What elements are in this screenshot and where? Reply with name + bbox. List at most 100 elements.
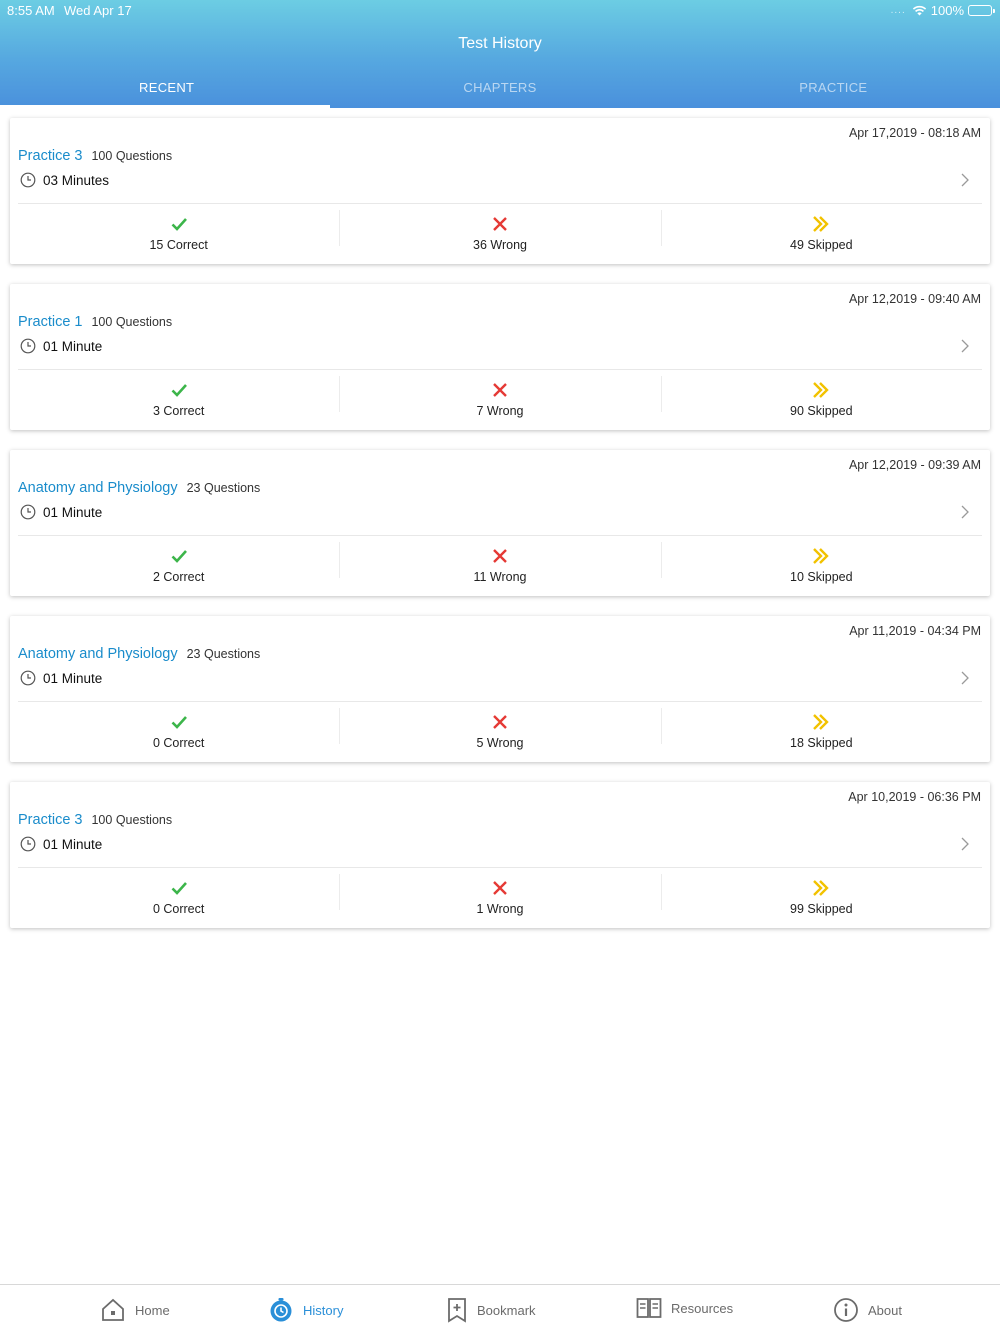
skipped-count: 90 Skipped [790,404,853,418]
nav-resources[interactable]: Resources [636,1297,733,1319]
bottom-nav: Home History Bookmark Resources About [0,1284,1000,1334]
tab-practice[interactable]: PRACTICE [667,70,1000,108]
card-title-row: Anatomy and Physiology 23 Questions [18,480,260,496]
book-icon [636,1298,662,1318]
double-chevron-right-icon [813,382,830,398]
stat-correct: 2 Correct [18,542,339,592]
status-right: .... 100% [890,3,995,18]
home-icon [102,1298,124,1321]
tab-chapters[interactable]: CHAPTERS [333,70,666,108]
history-card[interactable]: Apr 11,2019 - 04:34 PM Anatomy and Physi… [10,616,990,762]
battery-icon [968,5,995,16]
clock-icon [20,338,36,354]
cross-icon [493,881,507,895]
wrong-count: 1 Wrong [476,902,524,916]
nav-history-label: History [303,1302,344,1318]
stopwatch-icon [270,1298,292,1322]
history-card[interactable]: Apr 17,2019 - 08:18 AM Practice 3 100 Qu… [10,118,990,264]
card-duration: 03 Minutes [43,172,110,188]
history-card[interactable]: Apr 10,2019 - 06:36 PM Practice 3 100 Qu… [10,782,990,928]
cross-icon [493,217,507,231]
card-stats: 2 Correct 11 Wrong 10 Skipped [18,542,982,592]
card-divider [18,203,982,204]
stat-skipped: 18 Skipped [660,708,982,758]
wrong-count: 5 Wrong [476,736,524,750]
chevron-right-icon[interactable] [959,504,971,520]
checkmark-icon [171,384,187,397]
history-list: Apr 17,2019 - 08:18 AM Practice 3 100 Qu… [10,118,990,948]
checkmark-icon [171,882,187,895]
clock-icon [20,504,36,520]
card-title: Anatomy and Physiology [18,480,178,496]
card-divider [18,535,982,536]
wifi-icon [912,5,926,16]
card-divider [18,369,982,370]
card-duration: 01 Minute [43,504,103,520]
correct-count: 0 Correct [152,736,205,750]
card-duration-row: 01 Minute [20,504,102,520]
stat-wrong: 7 Wrong [339,376,660,426]
card-divider [18,867,982,868]
signal-icon: .... [890,5,906,16]
correct-count: 2 Correct [152,570,205,584]
card-duration-row: 01 Minute [20,670,102,686]
card-date: Apr 17,2019 - 08:18 AM [848,126,981,140]
correct-count: 3 Correct [152,404,205,418]
tab-indicator [0,105,330,108]
card-duration: 01 Minute [43,670,103,686]
card-title-row: Practice 1 100 Questions [18,314,172,330]
card-date: Apr 12,2019 - 09:40 AM [848,292,981,306]
card-question-count: 23 Questions [186,647,261,661]
clock-icon [20,172,36,188]
stat-wrong: 11 Wrong [339,542,660,592]
checkmark-icon [171,550,187,563]
history-card[interactable]: Apr 12,2019 - 09:40 AM Practice 1 100 Qu… [10,284,990,430]
chevron-right-icon[interactable] [959,172,971,188]
card-stats: 0 Correct 1 Wrong 99 Skipped [18,874,982,924]
stat-correct: 3 Correct [18,376,339,426]
card-title: Practice 3 [18,148,83,164]
tab-recent[interactable]: RECENT [0,70,333,108]
app-header: 8:55 AM Wed Apr 17 .... 100% Test Histor… [0,0,1000,108]
wrong-count: 36 Wrong [473,238,527,252]
skipped-count: 10 Skipped [790,570,853,584]
correct-count: 15 Correct [149,238,208,252]
nav-home[interactable]: Home [100,1297,170,1323]
card-duration-row: 01 Minute [20,836,102,852]
chevron-right-icon[interactable] [959,670,971,686]
card-stats: 0 Correct 5 Wrong 18 Skipped [18,708,982,758]
nav-about-label: About [868,1302,902,1318]
stat-wrong: 5 Wrong [339,708,660,758]
double-chevron-right-icon [813,548,830,564]
nav-about[interactable]: About [833,1297,902,1323]
nav-bookmark[interactable]: Bookmark [446,1297,536,1323]
chevron-right-icon[interactable] [959,338,971,354]
stat-skipped: 90 Skipped [660,376,982,426]
nav-history[interactable]: History [268,1297,343,1323]
card-title: Practice 1 [18,314,83,330]
stat-correct: 0 Correct [18,708,339,758]
double-chevron-right-icon [813,216,830,232]
status-bar: 8:55 AM Wed Apr 17 .... 100% [0,0,1000,20]
card-duration: 01 Minute [43,338,103,354]
checkmark-icon [171,716,187,729]
card-duration-row: 01 Minute [20,338,102,354]
clock-icon [20,836,36,852]
history-card[interactable]: Apr 12,2019 - 09:39 AM Anatomy and Physi… [10,450,990,596]
wrong-count: 11 Wrong [473,570,527,584]
card-question-count: 23 Questions [186,481,261,495]
page-title: Test History [458,35,542,52]
card-divider [18,701,982,702]
skipped-count: 49 Skipped [790,238,853,252]
clock-icon [20,670,36,686]
bookmark-icon [448,1298,466,1323]
chevron-right-icon[interactable] [959,836,971,852]
card-duration: 01 Minute [43,836,103,852]
status-time: 8:55 AM [7,3,55,18]
stat-skipped: 49 Skipped [660,210,982,260]
card-title-row: Anatomy and Physiology 23 Questions [18,646,260,662]
stat-wrong: 36 Wrong [339,210,660,260]
double-chevron-right-icon [813,714,830,730]
wrong-count: 7 Wrong [476,404,524,418]
skipped-count: 18 Skipped [790,736,853,750]
